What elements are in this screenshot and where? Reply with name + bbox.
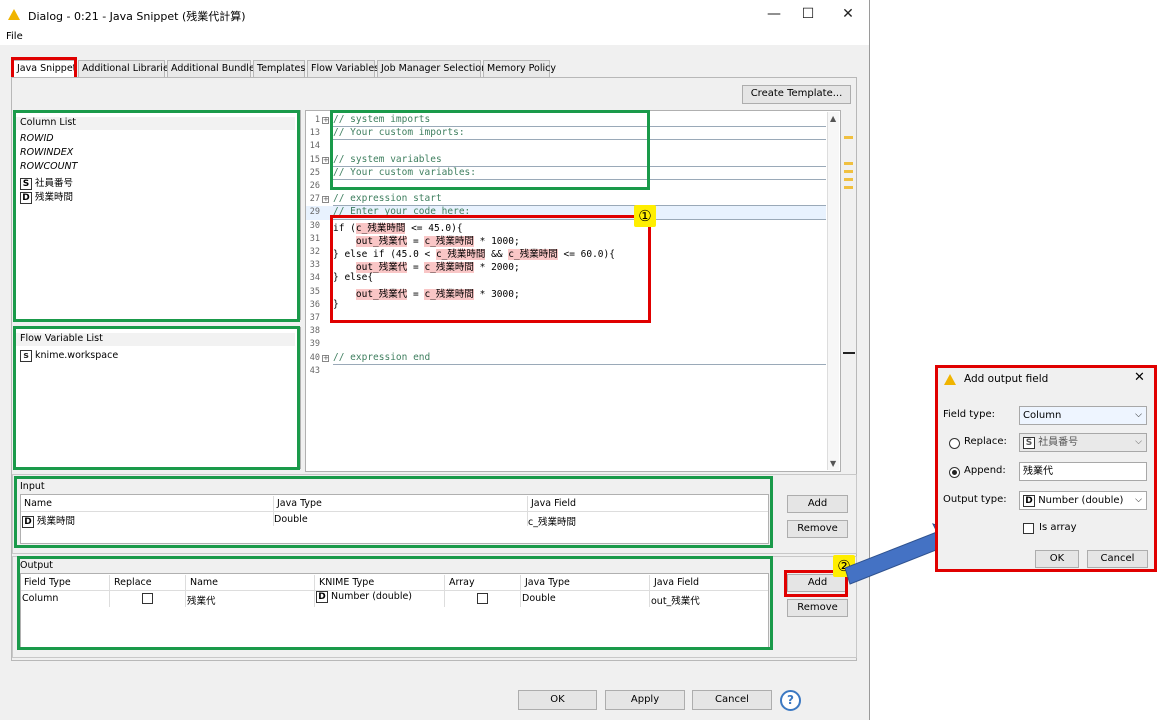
line-number: 25: [309, 167, 320, 178]
line-number: 31: [309, 233, 320, 244]
line-number: 32: [309, 247, 320, 257]
column-list-highlight: [13, 110, 300, 322]
chevron-down-icon: ⌵: [1135, 437, 1142, 447]
chevron-down-icon: ⌵: [1135, 495, 1142, 505]
append-input[interactable]: 残業代: [1019, 462, 1147, 481]
double-type-icon: D: [1023, 495, 1035, 507]
help-icon[interactable]: ?: [780, 690, 801, 711]
cancel-button[interactable]: Cancel: [692, 690, 772, 710]
close-icon[interactable]: ✕: [1134, 370, 1145, 385]
editor-scrollbar[interactable]: ▲ ▼: [827, 112, 839, 470]
code-text: // expression end: [333, 351, 431, 363]
is-array-checkbox[interactable]: [1023, 523, 1034, 534]
line-number: 29: [309, 207, 320, 218]
close-button[interactable]: ✕: [838, 6, 858, 22]
window-title: Dialog - 0:21 - Java Snippet (残業代計算): [28, 10, 246, 23]
line-number: 36: [309, 299, 320, 310]
replace-select[interactable]: S 社員番号 ⌵: [1019, 433, 1147, 452]
code-line[interactable]: 39: [306, 338, 826, 351]
tab-flow-variables[interactable]: Flow Variables: [307, 60, 379, 77]
warning-icon: [8, 9, 20, 20]
output-type-value: Number (double): [1038, 495, 1124, 506]
line-number: 37: [309, 313, 320, 323]
menu-bar: [0, 30, 869, 45]
output-type-select[interactable]: D Number (double) ⌵: [1019, 491, 1147, 510]
ok-button[interactable]: OK: [518, 690, 597, 710]
tab-additional-bundles[interactable]: Additional Bundles: [167, 60, 260, 77]
line-number: 14: [309, 141, 320, 152]
dialog-ok-button[interactable]: OK: [1035, 550, 1079, 568]
fold-toggle-icon[interactable]: +: [322, 196, 329, 204]
line-number: 35: [309, 286, 320, 297]
output-remove-button[interactable]: Remove: [787, 599, 848, 617]
line-number: 1: [314, 115, 320, 125]
is-array-label: Is array: [1039, 522, 1077, 533]
apply-button[interactable]: Apply: [605, 690, 685, 710]
code-line[interactable]: 38: [306, 325, 826, 338]
line-number: 33: [309, 260, 320, 271]
line-number: 40: [309, 352, 320, 363]
code-line[interactable]: 40 + // expression end: [306, 352, 826, 365]
input-remove-button[interactable]: Remove: [787, 520, 848, 538]
fold-toggle-icon[interactable]: +: [322, 117, 329, 124]
maximize-button[interactable]: ☐: [798, 6, 818, 22]
replace-radio[interactable]: [949, 438, 960, 449]
tab-job-manager-selection[interactable]: Job Manager Selection: [377, 60, 487, 77]
append-radio[interactable]: [949, 467, 960, 478]
line-number: 34: [309, 273, 320, 284]
marker-1-badge: ①: [634, 205, 656, 227]
field-type-label: Field type:: [943, 409, 995, 420]
output-type-label: Output type:: [943, 494, 1007, 505]
editor-overview-ruler: [843, 112, 855, 470]
custom-section-highlight: [330, 110, 650, 190]
warning-icon: [944, 374, 956, 385]
chevron-down-icon: ⌵: [1135, 410, 1142, 420]
output-highlight: [17, 556, 773, 650]
line-number: 15: [309, 154, 320, 165]
create-template-button[interactable]: Create Template...: [742, 85, 851, 104]
line-number: 13: [309, 128, 320, 139]
fold-toggle-icon[interactable]: +: [322, 354, 329, 362]
string-type-icon: S: [1023, 437, 1035, 449]
input-highlight: [14, 476, 773, 548]
expression-code-highlight: [330, 215, 651, 323]
tab-templates[interactable]: Templates: [253, 60, 305, 77]
line-number: 38: [309, 326, 320, 337]
code-line[interactable]: 27 + // expression start: [306, 193, 826, 207]
line-number: 43: [309, 365, 320, 376]
menu-file[interactable]: File: [6, 31, 23, 42]
line-number: 30: [309, 220, 320, 231]
dialog-cancel-button[interactable]: Cancel: [1087, 550, 1148, 568]
line-number: 26: [309, 181, 320, 191]
input-add-button[interactable]: Add: [787, 495, 848, 513]
code-line[interactable]: 43: [306, 365, 826, 378]
tab-additional-libraries[interactable]: Additional Libraries: [78, 60, 174, 77]
line-number: 39: [309, 339, 320, 350]
code-text: // expression start: [333, 193, 442, 205]
append-label: Append:: [964, 465, 1006, 476]
flow-variable-list-highlight: [13, 326, 300, 470]
minimize-button[interactable]: —: [764, 6, 784, 22]
scroll-up-icon[interactable]: ▲: [830, 114, 836, 123]
replace-label: Replace:: [964, 436, 1007, 447]
replace-value: 社員番号: [1038, 437, 1079, 448]
add-output-field-title: Add output field: [964, 373, 1049, 385]
field-type-select[interactable]: Column ⌵: [1019, 406, 1147, 425]
line-number: 27: [309, 194, 320, 205]
tab-memory-policy[interactable]: Memory Policy: [483, 60, 556, 77]
scroll-down-icon[interactable]: ▼: [830, 459, 836, 468]
fold-toggle-icon[interactable]: +: [322, 156, 329, 164]
field-type-value: Column: [1023, 410, 1062, 421]
